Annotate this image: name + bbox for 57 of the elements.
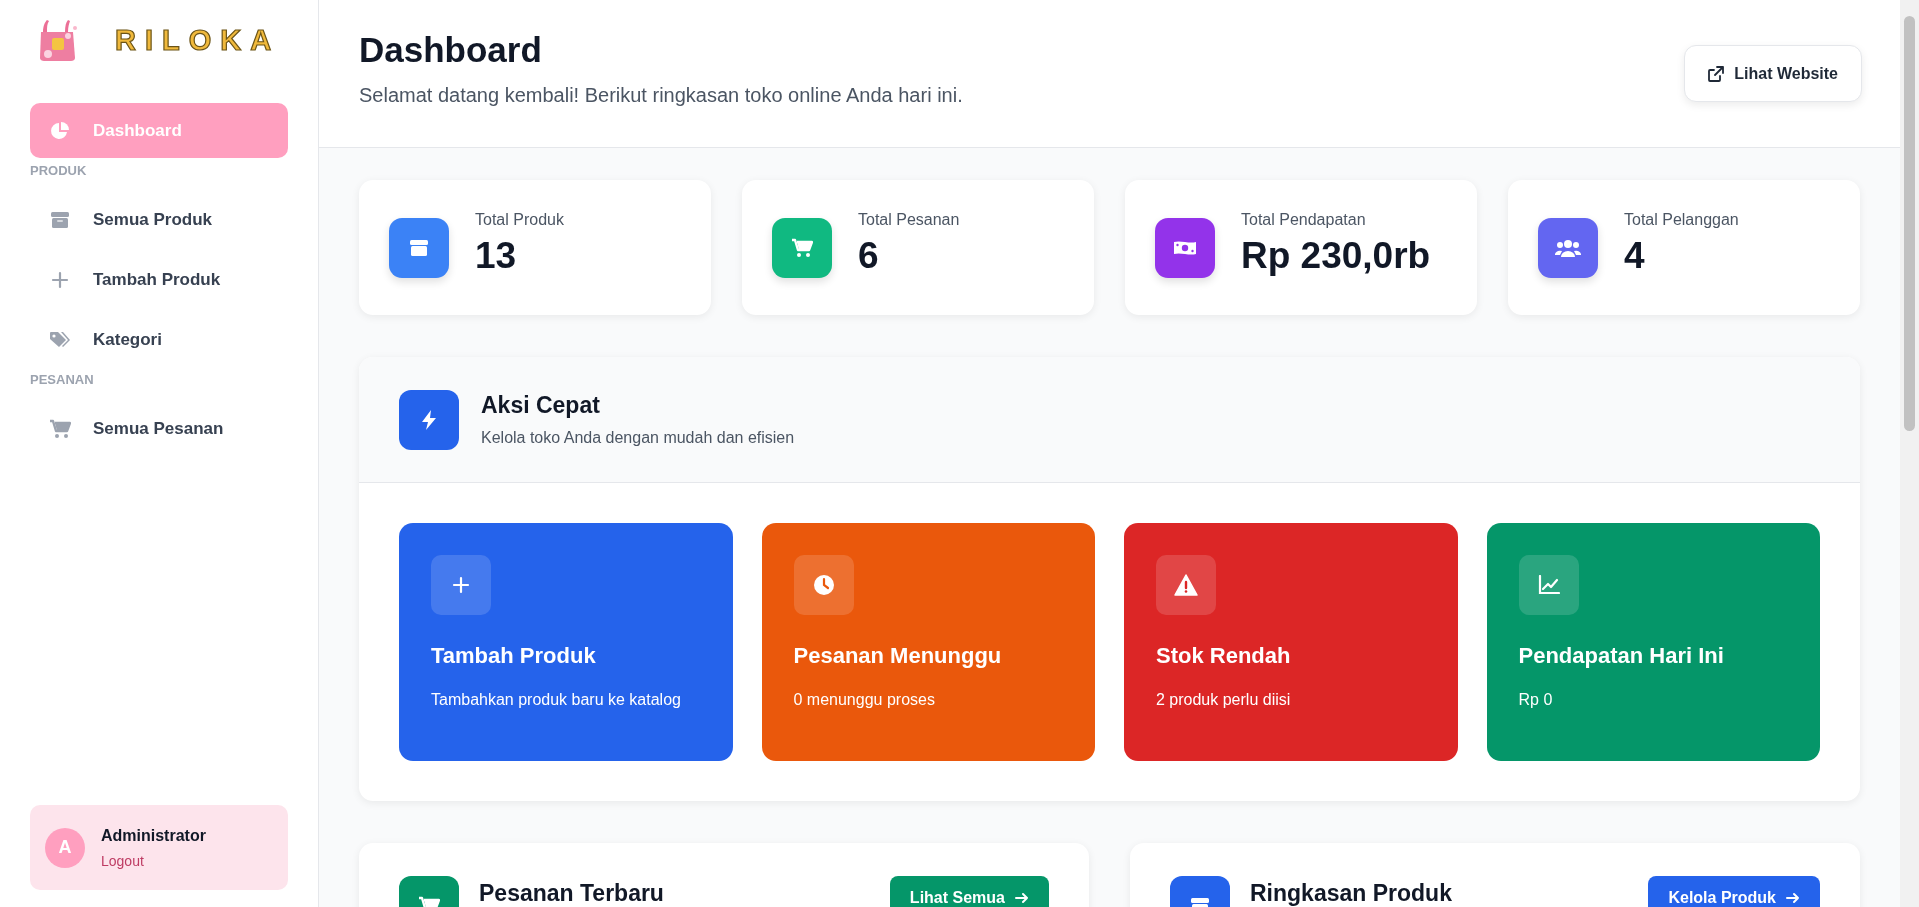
- action-description: 2 produk perlu diisi: [1156, 690, 1292, 710]
- plus-icon: [51, 270, 69, 289]
- action-title: Pesanan Menunggu: [793, 643, 1003, 669]
- quick-action-card[interactable]: Tambah Produk Tambahkan produk baru ke katalog: [399, 523, 733, 761]
- external-link-icon: [1708, 65, 1725, 82]
- logout-link[interactable]: Logout: [101, 852, 206, 869]
- stat-label: Total Pendapatan: [1241, 210, 1367, 229]
- action-title: Tambah Produk: [431, 643, 597, 669]
- action-title: Stok Rendah: [1156, 643, 1292, 669]
- cart-icon: [791, 237, 813, 258]
- line-chart-icon: [1537, 575, 1560, 595]
- action-description: Rp 0: [1518, 690, 1554, 710]
- action-title: Pendapatan Hari Ini: [1518, 643, 1725, 669]
- stat-value: Rp 230,0rb: [1241, 234, 1431, 277]
- user-name: Administrator: [101, 826, 206, 845]
- plus-icon: [452, 576, 470, 594]
- stat-value: 13: [475, 234, 518, 277]
- view-website-button[interactable]: Lihat Website: [1684, 45, 1862, 102]
- pie-chart-icon: [50, 120, 70, 141]
- scrollbar[interactable]: [1900, 0, 1919, 907]
- nav-item[interactable]: Semua Produk: [30, 192, 288, 247]
- tags-icon: [49, 330, 71, 349]
- nav-section-heading: PESANAN: [30, 372, 95, 387]
- nav-item[interactable]: Semua Pesanan: [30, 401, 288, 456]
- nav-item[interactable]: Kategori: [30, 312, 288, 367]
- stat-label: Total Produk: [475, 210, 564, 229]
- user-avatar: A: [45, 827, 85, 868]
- quick-action-card[interactable]: Stok Rendah 2 produk perlu diisi: [1124, 523, 1458, 761]
- arrow-right-icon: [1015, 892, 1029, 904]
- stat-value: 6: [858, 234, 880, 277]
- panel-action-button[interactable]: Kelola Produk: [1648, 876, 1820, 907]
- box-icon: [50, 210, 70, 229]
- stat-label: Total Pesanan: [858, 210, 960, 229]
- stat-value: 4: [1624, 234, 1646, 277]
- quick-action-card[interactable]: Pendapatan Hari Ini Rp 0: [1486, 523, 1820, 761]
- action-description: 0 menunggu proses: [793, 690, 936, 710]
- warning-icon: [1174, 574, 1198, 596]
- panel-title: Ringkasan Produk: [1250, 880, 1453, 907]
- box-icon: [409, 238, 429, 257]
- panel-subtitle: Kelola toko Anda dengan mudah dan efisien: [481, 429, 795, 447]
- action-description: Tambahkan produk baru ke katalog: [431, 690, 681, 710]
- page-subtitle: Selamat datang kembali! Berikut ringkasan toko online Anda hari ini.: [359, 84, 963, 107]
- banknote-icon: [1173, 238, 1197, 257]
- nav-section-heading: PRODUK: [30, 163, 88, 178]
- clock-icon: [812, 574, 835, 596]
- panel-title: Aksi Cepat: [481, 392, 601, 419]
- panel-title: Pesanan Terbaru: [479, 880, 665, 907]
- page-title: Dashboard: [359, 30, 543, 70]
- cart-icon: [49, 418, 71, 439]
- stat-label: Total Pelanggan: [1624, 210, 1739, 229]
- arrow-right-icon: [1786, 892, 1800, 904]
- lightning-icon: [420, 408, 438, 431]
- panel-action-button[interactable]: Lihat Semua: [889, 876, 1049, 907]
- users-icon: [1555, 237, 1581, 258]
- nav-item[interactable]: Tambah Produk: [30, 252, 288, 307]
- quick-action-card[interactable]: Pesanan Menunggu 0 menunggu proses: [761, 523, 1095, 761]
- brand-name: RILOKA: [115, 23, 281, 57]
